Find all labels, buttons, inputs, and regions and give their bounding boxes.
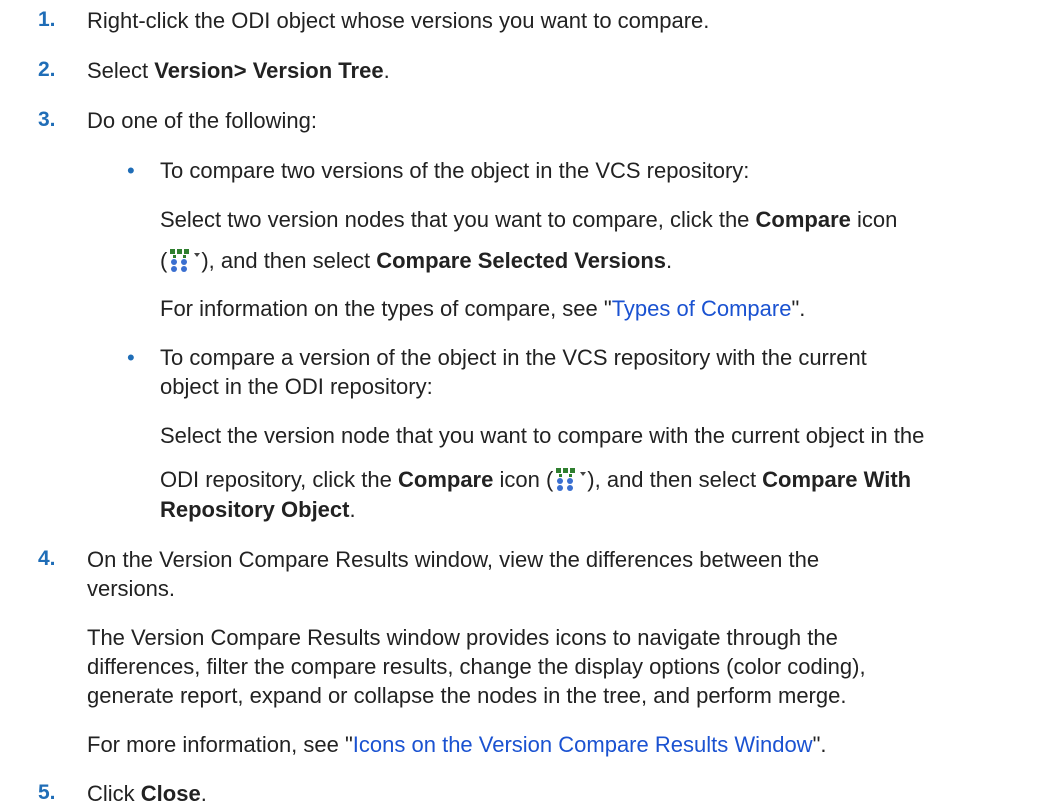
step-4-detail-1: The Version Compare Results window provi…: [87, 625, 838, 650]
step-number-3: 3.: [38, 108, 56, 131]
types-of-compare-link[interactable]: Types of Compare: [612, 296, 792, 321]
step-4-detail-3: generate report, expand or collapse the …: [87, 683, 847, 708]
step-number-2: 2.: [38, 58, 56, 81]
step-number-1: 1.: [38, 8, 56, 31]
step-number-4: 4.: [38, 547, 56, 570]
step-3-text: Do one of the following:: [87, 108, 317, 133]
icons-compare-results-link[interactable]: Icons on the Version Compare Results Win…: [353, 732, 813, 757]
bullet-2-para-1: Select the version node that you want to…: [160, 423, 925, 448]
bullet-2-line-2: object in the ODI repository:: [160, 374, 433, 399]
step-4-detail-2: differences, filter the compare results,…: [87, 654, 866, 679]
bullet-2-line-1: To compare a version of the object in th…: [160, 345, 867, 370]
compare-icon: [553, 466, 587, 491]
bullet-2-para-2: ODI repository, click the Compare icon (…: [160, 466, 912, 492]
bullet-1-para-3: For information on the types of compare,…: [160, 296, 806, 321]
step-4-line-2: versions.: [87, 576, 176, 601]
bullet-marker: •: [127, 158, 135, 183]
bullet-1-para-2: (), and then select Compare Selected Ver…: [160, 247, 673, 273]
compare-icon: [167, 247, 201, 272]
step-number-5: 5.: [38, 781, 56, 804]
step-5-text: Click Close.: [87, 781, 207, 806]
bullet-1-para-1: Select two version nodes that you want t…: [160, 207, 898, 232]
bullet-2-para-3: Repository Object.: [160, 497, 356, 522]
bullet-marker: •: [127, 345, 135, 370]
step-4-more-info: For more information, see "Icons on the …: [87, 732, 827, 757]
step-2-text: Select Version> Version Tree.: [87, 58, 390, 83]
bullet-1-text: To compare two versions of the object in…: [160, 158, 750, 183]
step-1-text: Right-click the ODI object whose version…: [87, 8, 710, 33]
step-4-line-1: On the Version Compare Results window, v…: [87, 547, 820, 572]
